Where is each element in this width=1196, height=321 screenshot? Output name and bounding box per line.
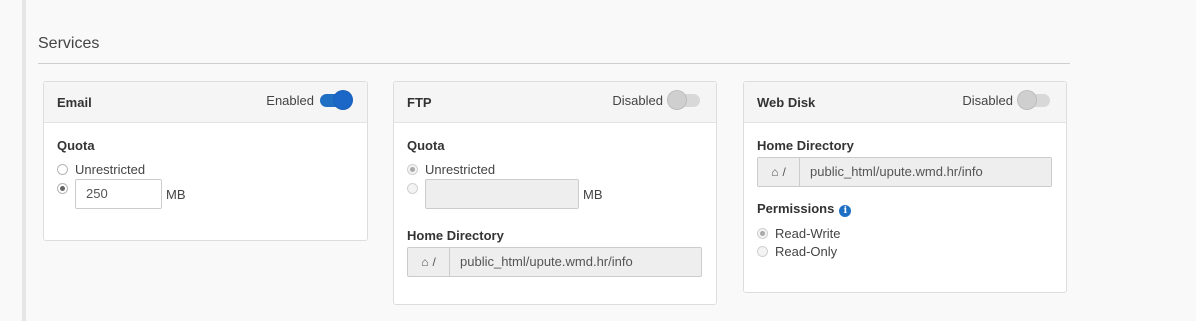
toggle-knob bbox=[334, 91, 352, 109]
webdisk-permissions-label: Permissions i bbox=[757, 201, 852, 217]
email-quota-input[interactable]: 250 bbox=[75, 179, 162, 209]
home-icon: ⌂ bbox=[771, 165, 779, 179]
webdisk-panel: Web Disk Disabled Home Directory ⌂ / pub… bbox=[743, 81, 1067, 293]
webdisk-readonly-text: Read-Only bbox=[775, 244, 838, 259]
ftp-toggle-group: Disabled bbox=[612, 91, 700, 109]
section-title: Services bbox=[38, 35, 100, 52]
email-panel: Email Enabled Quota Unrestricted 250 MB bbox=[43, 81, 368, 241]
webdisk-toggle-group: Disabled bbox=[962, 91, 1050, 109]
email-title: Email bbox=[57, 95, 92, 110]
ftp-home-addon: ⌂ / bbox=[408, 248, 450, 276]
toggle-knob bbox=[668, 91, 686, 109]
section-divider bbox=[38, 63, 1070, 64]
webdisk-toggle[interactable] bbox=[1018, 91, 1050, 109]
email-status-label: Enabled bbox=[266, 93, 314, 108]
ftp-status-label: Disabled bbox=[612, 93, 663, 108]
ftp-quota-label: Quota bbox=[407, 138, 445, 153]
home-icon: ⌂ bbox=[421, 255, 429, 269]
email-quota-label: Quota bbox=[57, 138, 95, 153]
webdisk-title: Web Disk bbox=[757, 95, 816, 110]
ftp-quota-input[interactable] bbox=[425, 179, 579, 209]
webdisk-panel-header: Web Disk Disabled bbox=[744, 82, 1066, 123]
webdisk-readwrite-text: Read-Write bbox=[775, 226, 841, 241]
ftp-unrestricted-text: Unrestricted bbox=[425, 162, 496, 177]
info-icon[interactable]: i bbox=[839, 205, 852, 217]
ftp-title: FTP bbox=[407, 95, 432, 110]
webdisk-readonly-radio[interactable] bbox=[757, 246, 768, 257]
email-toggle-group: Enabled bbox=[266, 91, 352, 109]
email-limited-radio[interactable] bbox=[57, 183, 68, 194]
ftp-panel-header: FTP Disabled bbox=[394, 82, 716, 123]
email-unrestricted-radio[interactable] bbox=[57, 164, 68, 175]
email-toggle[interactable] bbox=[320, 91, 352, 109]
email-unrestricted-option[interactable]: Unrestricted bbox=[57, 162, 145, 177]
webdisk-readwrite-option[interactable]: Read-Write bbox=[757, 226, 841, 241]
webdisk-home-path-field[interactable]: ⌂ / public_html/upute.wmd.hr/info bbox=[757, 157, 1052, 187]
ftp-home-path: public_html/upute.wmd.hr/info bbox=[460, 254, 633, 269]
webdisk-readonly-option[interactable]: Read-Only bbox=[757, 244, 837, 259]
webdisk-home-label: Home Directory bbox=[757, 138, 854, 153]
ftp-panel: FTP Disabled Quota Unrestricted MB Home … bbox=[393, 81, 717, 305]
ftp-toggle[interactable] bbox=[668, 91, 700, 109]
left-border bbox=[22, 0, 26, 321]
ftp-quota-unit: MB bbox=[583, 187, 603, 202]
webdisk-permissions-text: Permissions bbox=[757, 201, 835, 216]
ftp-home-label: Home Directory bbox=[407, 228, 504, 243]
email-quota-unit: MB bbox=[166, 187, 186, 202]
toggle-knob bbox=[1018, 91, 1036, 109]
ftp-unrestricted-radio[interactable] bbox=[407, 164, 418, 175]
email-panel-header: Email Enabled bbox=[44, 82, 367, 123]
ftp-home-prefix: / bbox=[432, 255, 436, 269]
webdisk-status-label: Disabled bbox=[962, 93, 1013, 108]
ftp-limited-radio[interactable] bbox=[407, 183, 418, 194]
ftp-home-path-field[interactable]: ⌂ / public_html/upute.wmd.hr/info bbox=[407, 247, 702, 277]
webdisk-home-addon: ⌂ / bbox=[758, 158, 800, 186]
webdisk-home-path: public_html/upute.wmd.hr/info bbox=[810, 164, 983, 179]
webdisk-readwrite-radio[interactable] bbox=[757, 228, 768, 239]
webdisk-home-prefix: / bbox=[782, 165, 786, 179]
email-unrestricted-text: Unrestricted bbox=[75, 162, 146, 177]
ftp-unrestricted-option[interactable]: Unrestricted bbox=[407, 162, 495, 177]
